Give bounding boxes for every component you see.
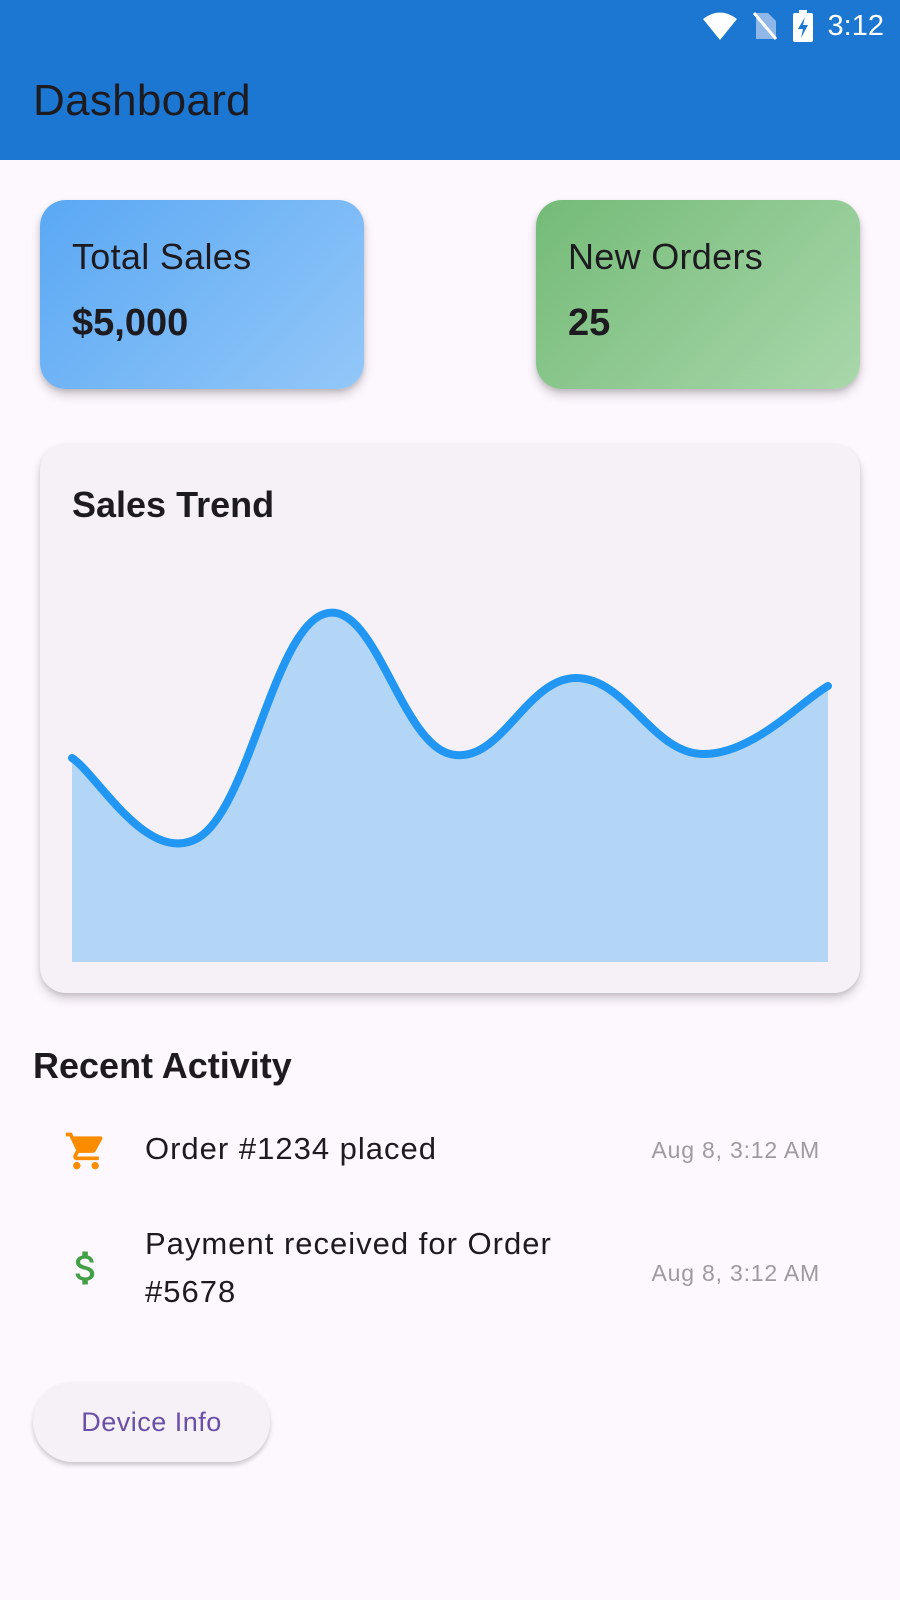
status-time: 3:12 xyxy=(827,9,884,42)
activity-item[interactable]: Payment received for Order #5678 Aug 8, … xyxy=(0,1218,900,1318)
total-sales-card: Total Sales $5,000 xyxy=(40,200,364,389)
shopping-cart-icon xyxy=(64,1129,108,1178)
activity-time: Aug 8, 3:12 AM xyxy=(651,1137,820,1163)
status-bar: 3:12 xyxy=(702,6,884,46)
new-orders-label: New Orders xyxy=(568,236,764,277)
activity-time: Aug 8, 3:12 AM xyxy=(651,1260,820,1286)
no-sim-icon xyxy=(752,11,778,41)
activity-text: Order #1234 placed xyxy=(145,1131,438,1166)
wifi-icon xyxy=(702,11,738,41)
chart-area-fill xyxy=(72,612,828,962)
battery-charging-icon xyxy=(792,10,814,42)
dollar-icon xyxy=(64,1246,108,1295)
app-bar: 3:12 Dashboard xyxy=(0,0,900,160)
sales-trend-chart xyxy=(68,608,832,962)
activity-item[interactable]: Order #1234 placed Aug 8, 3:12 AM xyxy=(0,1105,900,1195)
new-orders-value: 25 xyxy=(568,302,611,344)
recent-activity-title: Recent Activity xyxy=(33,1045,292,1086)
device-info-button[interactable]: Device Info xyxy=(33,1382,270,1462)
new-orders-card: New Orders 25 xyxy=(536,200,860,389)
total-sales-value: $5,000 xyxy=(72,302,189,344)
page-title: Dashboard xyxy=(33,76,251,125)
activity-text: Payment received for Order #5678 xyxy=(145,1226,552,1309)
total-sales-label: Total Sales xyxy=(72,236,252,277)
sales-trend-card: Sales Trend xyxy=(40,444,860,993)
